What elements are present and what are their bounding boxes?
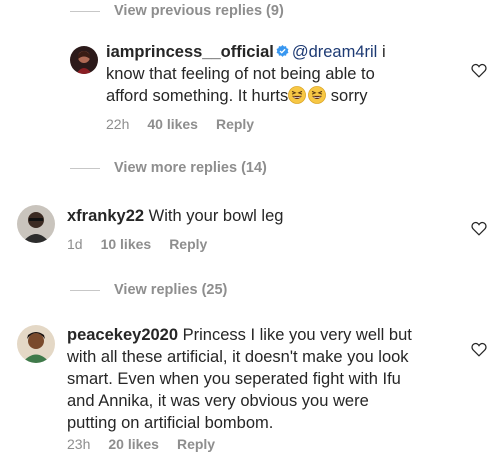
reply-line-2: know that feeling of not being able to bbox=[106, 65, 375, 83]
view-more-replies-label: View more replies (14) bbox=[114, 160, 267, 176]
comment-line-3: smart. Even when you seperated fight wit… bbox=[67, 370, 401, 388]
view-previous-replies-label: View previous replies (9) bbox=[114, 3, 284, 19]
thread-divider-line bbox=[70, 167, 100, 169]
comment-peacekey2020-meta: 23h 20 likes Reply bbox=[67, 436, 233, 452]
timestamp: 22h bbox=[106, 116, 130, 132]
avatar-image bbox=[17, 325, 55, 363]
reply-button[interactable]: Reply bbox=[177, 436, 215, 452]
grinning-squinting-face-emoji bbox=[308, 86, 327, 104]
view-more-replies-link[interactable]: View more replies (14) bbox=[70, 160, 267, 176]
comment-text-part-1: Princess I like you very well but bbox=[178, 326, 412, 344]
comment-line-2: with all these artificial, it doesn't ma… bbox=[67, 348, 409, 366]
reply-username[interactable]: iamprincess__official bbox=[106, 43, 274, 61]
heart-icon[interactable] bbox=[471, 221, 487, 236]
reply-text-part-3: afford something. It hurts bbox=[106, 87, 289, 105]
timestamp: 1d bbox=[67, 236, 83, 252]
reply-button[interactable]: Reply bbox=[169, 236, 207, 252]
comment-username[interactable]: xfranky22 bbox=[67, 207, 144, 225]
view-replies-link[interactable]: View replies (25) bbox=[70, 282, 227, 298]
verified-badge-icon bbox=[276, 45, 289, 57]
comment-text: With your bowl leg bbox=[144, 207, 284, 225]
avatar-xfranky22[interactable] bbox=[17, 205, 55, 243]
heart-icon[interactable] bbox=[471, 63, 487, 78]
grinning-squinting-face-emoji bbox=[288, 86, 307, 104]
likes-count[interactable]: 10 likes bbox=[101, 236, 152, 252]
view-previous-replies-link[interactable]: View previous replies (9) bbox=[70, 3, 284, 19]
avatar-image bbox=[17, 205, 55, 243]
reply-line-3: afford something. It hurts sorry bbox=[106, 85, 476, 107]
reply-line-1: iamprincess__official @dream4ril i bbox=[106, 41, 476, 63]
reply-mention[interactable]: @dream4ril bbox=[292, 43, 378, 61]
avatar-iamprincess[interactable] bbox=[70, 46, 98, 74]
comment-line-4: and Annika, it was very obvious you were bbox=[67, 392, 369, 410]
view-replies-label: View replies (25) bbox=[114, 282, 228, 298]
comment-username[interactable]: peacekey2020 bbox=[67, 326, 178, 344]
reply-button[interactable]: Reply bbox=[216, 116, 254, 132]
comment-line-5: putting on artificial bombom. bbox=[67, 414, 274, 432]
likes-count[interactable]: 40 likes bbox=[147, 116, 198, 132]
thread-divider-line bbox=[70, 289, 100, 291]
comment-xfranky22-text: xfranky22 With your bowl leg bbox=[67, 205, 457, 227]
comment-peacekey2020-text: peacekey2020 Princess I like you very we… bbox=[67, 324, 472, 434]
avatar-peacekey2020[interactable] bbox=[17, 325, 55, 363]
comment-line-1: peacekey2020 Princess I like you very we… bbox=[67, 324, 472, 346]
reply-text-tail: sorry bbox=[326, 87, 368, 105]
avatar-image bbox=[70, 46, 98, 74]
heart-icon[interactable] bbox=[471, 342, 487, 357]
thread-divider-line bbox=[70, 10, 100, 12]
reply-iamprincess-text: iamprincess__official @dream4ril i know t… bbox=[106, 41, 476, 107]
likes-count[interactable]: 20 likes bbox=[108, 436, 159, 452]
timestamp: 23h bbox=[67, 436, 91, 452]
comment-xfranky22-meta: 1d 10 likes Reply bbox=[67, 236, 225, 252]
reply-iamprincess-meta: 22h 40 likes Reply bbox=[106, 116, 272, 132]
reply-text-part-1: i bbox=[377, 43, 386, 61]
